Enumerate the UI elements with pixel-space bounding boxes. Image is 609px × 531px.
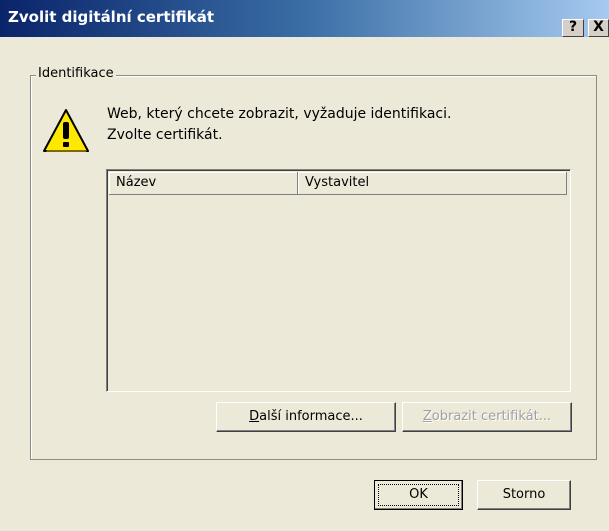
window-title: Zvolit digitální certifikát (8, 8, 215, 26)
prompt-message: Web, který chcete zobrazit, vyžaduje ide… (107, 104, 451, 146)
list-header: Název Vystavitel (109, 172, 567, 195)
more-info-accel: D (249, 409, 260, 424)
warning-icon (43, 109, 89, 152)
prompt-line-1: Web, který chcete zobrazit, vyžaduje ide… (107, 106, 452, 122)
certificate-list[interactable]: Název Vystavitel (106, 169, 571, 392)
ok-button[interactable]: OK (374, 480, 463, 510)
certificate-dialog: Zvolit digitální certifikát ? X Identifi… (0, 0, 609, 531)
focus-rectangle (378, 484, 459, 506)
more-info-button[interactable]: Další informace... (216, 402, 396, 432)
cancel-button[interactable]: Storno (477, 480, 571, 510)
view-certificate-label: obrazit certifikát... (431, 409, 552, 424)
title-bar[interactable]: Zvolit digitální certifikát ? X (0, 0, 609, 37)
view-certificate-button[interactable]: Zobrazit certifikát... (402, 402, 572, 432)
column-header-name[interactable]: Název (109, 172, 298, 195)
help-button[interactable]: ? (562, 19, 584, 37)
view-certificate-accel: Z (422, 409, 432, 424)
column-header-issuer[interactable]: Vystavitel (298, 172, 567, 195)
groupbox-legend: Identifikace (36, 66, 116, 81)
close-button[interactable]: X (588, 19, 609, 37)
prompt-line-2: Zvolte certifikát. (107, 127, 223, 143)
more-info-label: alší informace... (259, 409, 363, 424)
